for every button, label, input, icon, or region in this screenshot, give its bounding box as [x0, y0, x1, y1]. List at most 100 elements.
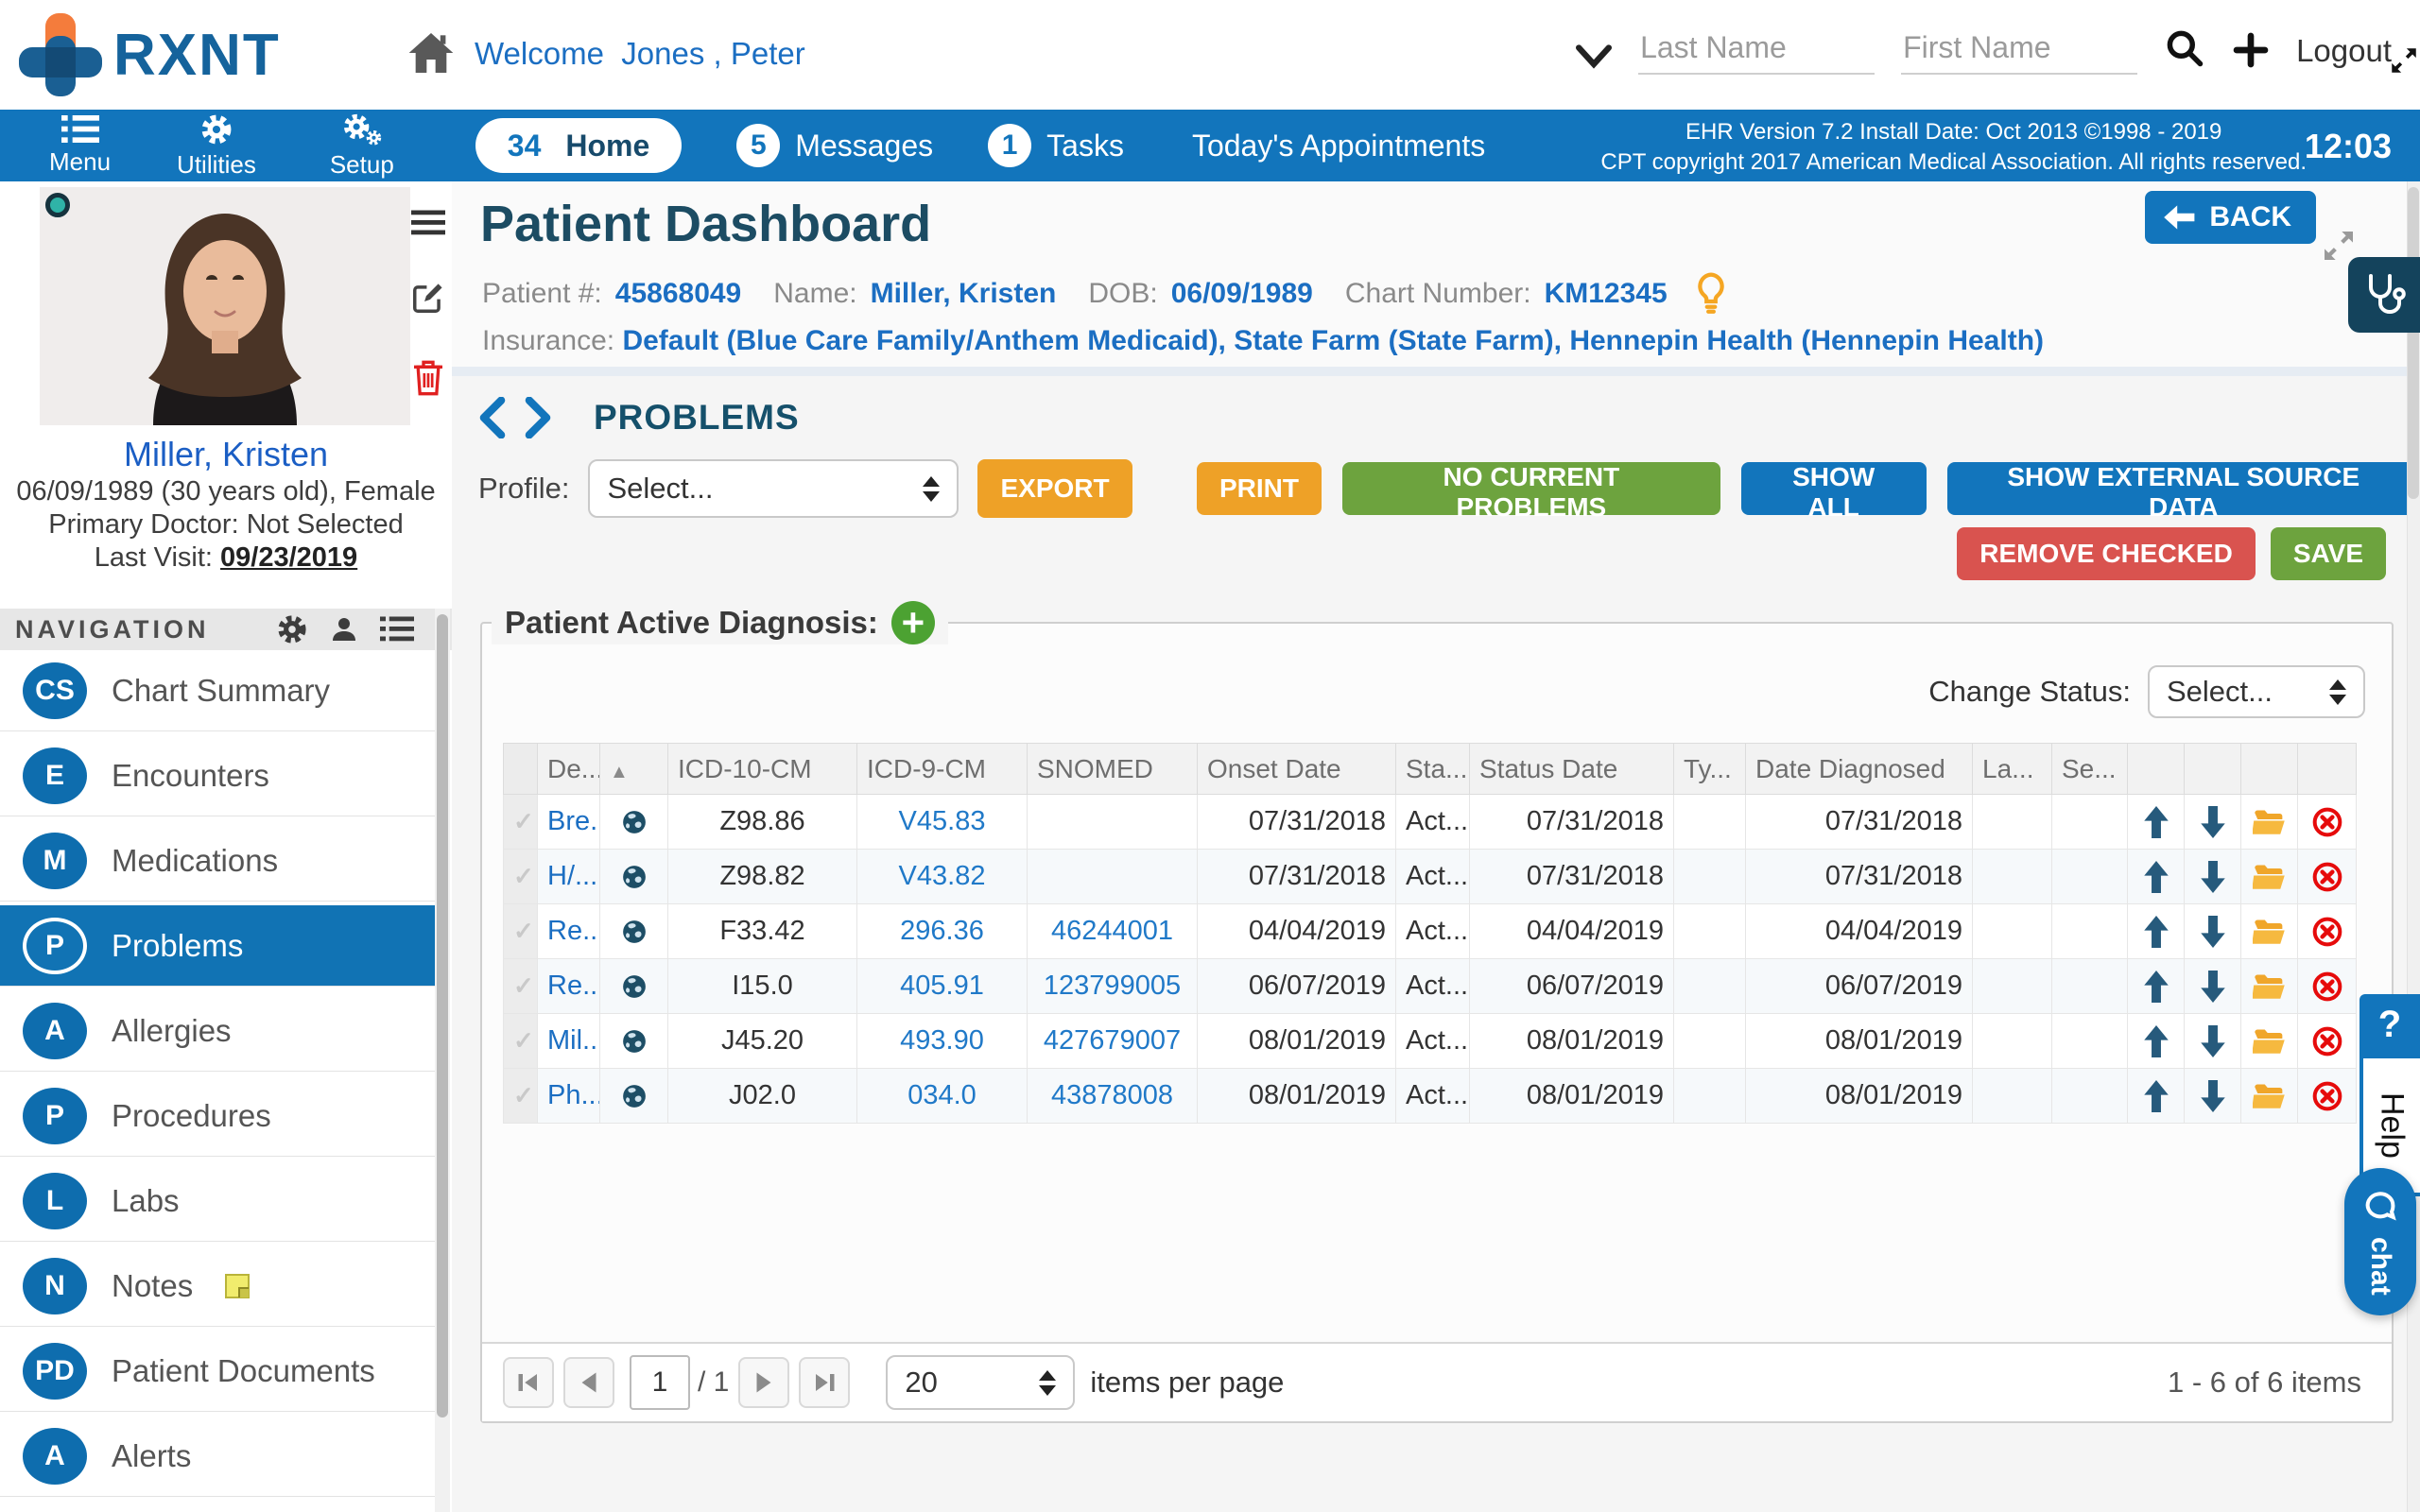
open-folder-button[interactable]: [2241, 959, 2298, 1014]
sidebar-item-chart-summary[interactable]: CSChart Summary: [0, 650, 435, 731]
snomed-code-link[interactable]: 427679007: [1028, 1014, 1198, 1069]
column-header-diagnosed[interactable]: Date Diagnosed: [1746, 744, 1973, 795]
nav-user-icon[interactable]: [329, 613, 359, 645]
patient-photo[interactable]: [40, 187, 410, 425]
tab-home[interactable]: 34 Home: [475, 118, 683, 173]
diagnosis-description[interactable]: Re...: [538, 904, 600, 959]
open-folder-button[interactable]: [2241, 1014, 2298, 1069]
diagnosis-description[interactable]: H/...: [538, 850, 600, 904]
move-up-button[interactable]: [2128, 795, 2185, 850]
move-down-button[interactable]: [2185, 959, 2241, 1014]
last-visit-date-link[interactable]: 09/23/2019: [220, 542, 357, 573]
column-header-ty[interactable]: Ty...: [1674, 744, 1746, 795]
open-folder-button[interactable]: [2241, 795, 2298, 850]
column-header-description[interactable]: De...: [538, 744, 600, 795]
column-header-status_date[interactable]: Status Date: [1470, 744, 1674, 795]
lightbulb-icon[interactable]: [1694, 272, 1728, 316]
clinical-tools-button[interactable]: [2348, 257, 2420, 333]
row-checkbox[interactable]: ✓: [504, 795, 538, 850]
utilities-button[interactable]: Utilities: [177, 112, 256, 180]
open-folder-button[interactable]: [2241, 1069, 2298, 1124]
patient-number-value[interactable]: 45868049: [615, 278, 741, 310]
column-header-snomed[interactable]: SNOMED: [1028, 744, 1198, 795]
patient-name-link[interactable]: Miller, Kristen: [0, 435, 452, 474]
tab-tasks[interactable]: 1 Tasks: [988, 124, 1124, 167]
sidebar-item-labs[interactable]: LLabs: [0, 1160, 435, 1242]
diagnosis-description[interactable]: Re...: [538, 959, 600, 1014]
row-checkbox[interactable]: ✓: [504, 850, 538, 904]
help-tab[interactable]: ? Help: [2360, 994, 2420, 1196]
prev-page-button[interactable]: [563, 1357, 614, 1408]
welcome-user[interactable]: Welcome Jones , Peter: [475, 36, 805, 72]
sidebar-item-problems[interactable]: PProblems: [0, 905, 435, 987]
column-header-icd10[interactable]: ICD-10-CM: [668, 744, 857, 795]
move-up-button[interactable]: [2128, 850, 2185, 904]
remove-row-button[interactable]: [2298, 795, 2357, 850]
sidebar-scrollbar[interactable]: [435, 609, 450, 1512]
chat-button[interactable]: chat: [2344, 1168, 2416, 1315]
print-button[interactable]: PRINT: [1197, 462, 1322, 515]
sidebar-item-encounters[interactable]: EEncounters: [0, 735, 435, 816]
open-folder-button[interactable]: [2241, 850, 2298, 904]
move-down-button[interactable]: [2185, 904, 2241, 959]
icd9-code-link[interactable]: V45.83: [857, 795, 1028, 850]
external-source-globe-icon[interactable]: [600, 1014, 668, 1069]
logout-link[interactable]: Logout: [2296, 33, 2392, 75]
row-checkbox[interactable]: ✓: [504, 904, 538, 959]
row-checkbox[interactable]: ✓: [504, 1014, 538, 1069]
diagnosis-description[interactable]: Mil...: [538, 1014, 600, 1069]
external-source-globe-icon[interactable]: [600, 959, 668, 1014]
rxnt-logo[interactable]: RXNT: [17, 9, 281, 100]
menu-button[interactable]: Menu: [49, 115, 111, 177]
insurance-value[interactable]: Default (Blue Care Family/Anthem Medicai…: [622, 325, 2044, 356]
no-current-problems-button[interactable]: NO CURRENT PROBLEMS: [1342, 462, 1720, 515]
export-button[interactable]: EXPORT: [977, 459, 1132, 518]
sidebar-item-alerts[interactable]: AAlerts: [0, 1416, 435, 1497]
row-checkbox[interactable]: ✓: [504, 959, 538, 1014]
snomed-code-link[interactable]: 123799005: [1028, 959, 1198, 1014]
external-source-globe-icon[interactable]: [600, 850, 668, 904]
external-source-globe-icon[interactable]: [600, 904, 668, 959]
move-up-button[interactable]: [2128, 959, 2185, 1014]
tab-messages[interactable]: 5 Messages: [736, 124, 933, 167]
first-name-input[interactable]: [1901, 26, 2137, 75]
move-up-button[interactable]: [2128, 904, 2185, 959]
snomed-code-link[interactable]: [1028, 850, 1198, 904]
diagnosis-description[interactable]: Ph...: [538, 1069, 600, 1124]
remove-row-button[interactable]: [2298, 1069, 2357, 1124]
add-diagnosis-button[interactable]: +: [891, 601, 935, 644]
change-status-select[interactable]: Select...: [2148, 665, 2365, 718]
remove-row-button[interactable]: [2298, 904, 2357, 959]
move-down-button[interactable]: [2185, 795, 2241, 850]
move-down-button[interactable]: [2185, 1069, 2241, 1124]
name-value[interactable]: Miller, Kristen: [871, 278, 1057, 310]
setup-button[interactable]: Setup: [330, 112, 394, 180]
remove-checked-button[interactable]: REMOVE CHECKED: [1957, 527, 2256, 580]
remove-row-button[interactable]: [2298, 850, 2357, 904]
sidebar-item-medications[interactable]: MMedications: [0, 820, 435, 902]
page-number-input[interactable]: [630, 1355, 690, 1410]
diagnosis-description[interactable]: Bre...: [538, 795, 600, 850]
snomed-code-link[interactable]: 46244001: [1028, 904, 1198, 959]
page-scrollbar[interactable]: [2407, 181, 2420, 1512]
last-name-input[interactable]: [1638, 26, 1875, 75]
delete-patient-icon[interactable]: [412, 359, 444, 397]
nav-settings-gear-icon[interactable]: [276, 613, 308, 645]
move-up-button[interactable]: [2128, 1069, 2185, 1124]
icd9-code-link[interactable]: V43.82: [857, 850, 1028, 904]
back-button[interactable]: BACK: [2145, 191, 2316, 244]
first-page-button[interactable]: [503, 1357, 554, 1408]
last-page-button[interactable]: [799, 1357, 850, 1408]
page-size-select[interactable]: 20: [886, 1355, 1075, 1410]
fullscreen-icon[interactable]: [2388, 44, 2420, 77]
move-down-button[interactable]: [2185, 1014, 2241, 1069]
icd9-code-link[interactable]: 493.90: [857, 1014, 1028, 1069]
sidebar-item-allergies[interactable]: AAllergies: [0, 990, 435, 1072]
column-header-la[interactable]: La...: [1973, 744, 2052, 795]
remove-row-button[interactable]: [2298, 1014, 2357, 1069]
row-checkbox[interactable]: ✓: [504, 1069, 538, 1124]
sidebar-item-notes[interactable]: NNotes: [0, 1246, 435, 1327]
column-header-icd9[interactable]: ICD-9-CM: [857, 744, 1028, 795]
move-up-button[interactable]: [2128, 1014, 2185, 1069]
add-patient-icon[interactable]: [2232, 31, 2270, 75]
